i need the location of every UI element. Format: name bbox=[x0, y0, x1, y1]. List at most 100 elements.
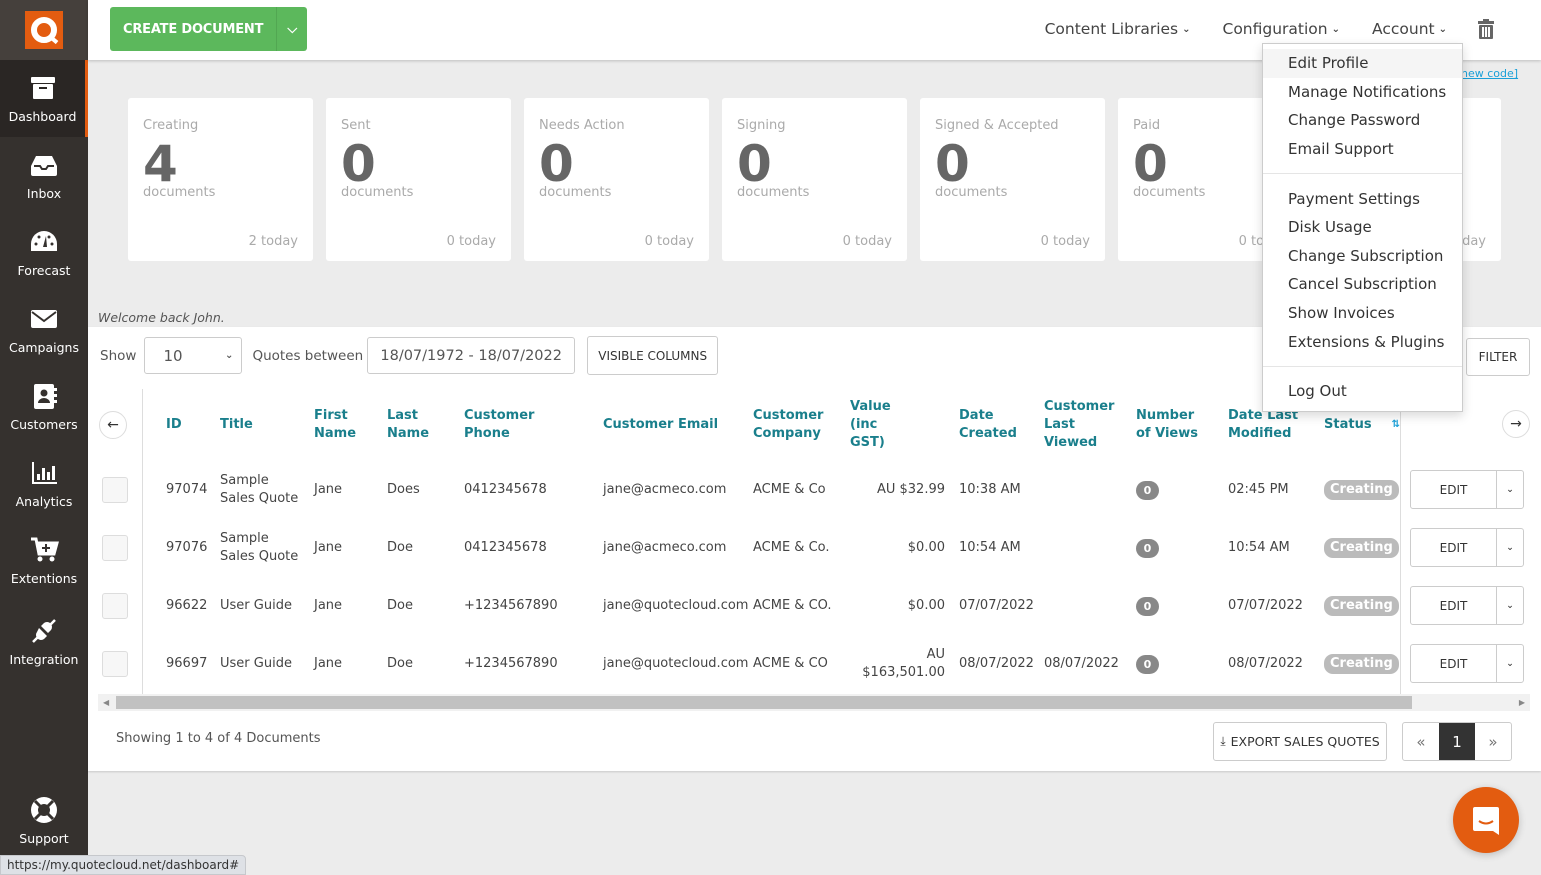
cell-value: $0.00 bbox=[907, 598, 945, 613]
next-page-button[interactable]: » bbox=[1475, 723, 1511, 760]
trash-icon[interactable] bbox=[1477, 19, 1495, 39]
sidebar-item-label: Campaigns bbox=[8, 340, 79, 355]
cell-company: ACME & Co bbox=[753, 482, 826, 497]
row-checkbox[interactable] bbox=[102, 651, 128, 677]
card-creating[interactable]: Creating 4 documents 2 today bbox=[128, 98, 313, 261]
prev-page-button[interactable]: « bbox=[1403, 723, 1439, 760]
sidebar-item-customers[interactable]: Customers bbox=[0, 368, 88, 445]
scroll-left-arrow-icon[interactable]: ◀ bbox=[103, 698, 109, 707]
card-unit: documents bbox=[341, 185, 414, 200]
card-needs-action[interactable]: Needs Action 0 documents 0 today bbox=[524, 98, 709, 261]
card-signed-accepted[interactable]: Signed & Accepted 0 documents 0 today bbox=[920, 98, 1105, 261]
table-row[interactable]: 97074 Sample Sales Quote Jane Does 041234567… bbox=[98, 461, 1402, 519]
menu-item-manage-notifications[interactable]: Manage Notifications bbox=[1263, 78, 1462, 107]
scroll-right-button[interactable]: → bbox=[1502, 410, 1530, 438]
card-today: 2 today bbox=[248, 234, 298, 249]
export-sales-quotes-button[interactable]: ⤓ EXPORT SALES QUOTES bbox=[1213, 722, 1387, 761]
edit-button[interactable]: EDIT bbox=[1411, 529, 1497, 566]
horizontal-scrollbar[interactable]: ◀ ▶ bbox=[98, 694, 1530, 711]
sidebar-item-forecast[interactable]: Forecast bbox=[0, 214, 88, 291]
chevron-down-icon[interactable]: ⌵ bbox=[277, 7, 307, 51]
cell-company: ACME & Co. bbox=[753, 540, 830, 555]
col-header-title[interactable]: Title bbox=[220, 389, 314, 461]
cell-id: 96697 bbox=[166, 656, 208, 671]
sidebar-item-integration[interactable]: Integration bbox=[0, 599, 88, 683]
table-row[interactable]: 97076 Sample Sales Quote Jane Doe 0412345678… bbox=[98, 519, 1402, 577]
table-row[interactable]: 96697 User Guide Jane Doe +1234567890 jane@qu… bbox=[98, 635, 1402, 693]
logo[interactable] bbox=[0, 0, 88, 60]
chat-launcher-button[interactable] bbox=[1453, 787, 1519, 853]
cell-last: Doe bbox=[387, 540, 413, 555]
menu-item-extensions-plugins[interactable]: Extensions & Plugins bbox=[1263, 327, 1462, 356]
col-header-first-name[interactable]: First Name bbox=[314, 389, 387, 461]
chevron-down-icon[interactable]: ⌄ bbox=[1497, 587, 1523, 624]
edit-button[interactable]: EDIT bbox=[1411, 587, 1497, 624]
cart-plus-icon bbox=[31, 537, 59, 562]
show-label: Show bbox=[100, 347, 137, 364]
quotes-between-label: Quotes between bbox=[252, 347, 364, 364]
menu-item-log-out[interactable]: Log Out bbox=[1263, 377, 1462, 406]
menu-item-cancel-subscription[interactable]: Cancel Subscription bbox=[1263, 270, 1462, 299]
cell-last-viewed bbox=[1040, 461, 1136, 519]
col-header-date-created[interactable]: Date Created bbox=[955, 389, 1040, 461]
new-code-link[interactable]: new code] bbox=[1461, 67, 1518, 80]
chevron-down-icon[interactable]: ⌄ bbox=[1497, 529, 1523, 566]
cell-last-viewed bbox=[1040, 519, 1136, 577]
card-sent[interactable]: Sent 0 documents 0 today bbox=[326, 98, 511, 261]
chevron-down-icon: ⌄ bbox=[225, 350, 234, 361]
table-row[interactable]: 96622 User Guide Jane Doe +1234567890 jane@qu… bbox=[98, 577, 1402, 635]
menu-configuration[interactable]: Configuration ⌄ bbox=[1223, 20, 1341, 38]
cell-phone: 0412345678 bbox=[464, 540, 547, 555]
sidebar-item-dashboard[interactable]: Dashboard bbox=[0, 60, 88, 137]
col-header-customer-company[interactable]: Customer Company bbox=[749, 389, 846, 461]
col-header-value[interactable]: Value (inc GST) bbox=[846, 389, 955, 461]
menu-account[interactable]: Account ⌄ bbox=[1372, 20, 1447, 38]
filter-button[interactable]: FILTER bbox=[1466, 338, 1530, 376]
col-header-number-of-views[interactable]: Number of Views bbox=[1136, 389, 1224, 461]
card-unit: documents bbox=[539, 185, 612, 200]
col-header-customer-email[interactable]: Customer Email bbox=[599, 389, 749, 461]
sidebar-item-label: Extentions bbox=[10, 571, 78, 586]
visible-columns-button[interactable]: VISIBLE COLUMNS bbox=[587, 336, 719, 375]
row-checkbox[interactable] bbox=[102, 477, 128, 503]
card-count: 0 bbox=[539, 135, 574, 193]
create-document-button[interactable]: CREATE DOCUMENT ⌵ bbox=[110, 7, 308, 51]
status-header-label: Status bbox=[1324, 417, 1372, 432]
card-label: Signed & Accepted bbox=[935, 118, 1059, 133]
archive-box-icon bbox=[30, 77, 55, 99]
sidebar-item-support[interactable]: Support bbox=[0, 782, 88, 859]
row-checkbox[interactable] bbox=[102, 593, 128, 619]
edit-button-group: EDIT ⌄ bbox=[1410, 470, 1524, 509]
menu-item-payment-settings[interactable]: Payment Settings bbox=[1263, 184, 1462, 213]
menu-item-show-invoices[interactable]: Show Invoices bbox=[1263, 299, 1462, 328]
sidebar-item-analytics[interactable]: Analytics bbox=[0, 445, 88, 522]
menu-content-libraries[interactable]: Content Libraries ⌄ bbox=[1045, 20, 1191, 38]
create-document-label[interactable]: CREATE DOCUMENT bbox=[110, 7, 278, 51]
scroll-right-arrow-icon[interactable]: ▶ bbox=[1519, 698, 1525, 707]
scrollbar-thumb[interactable] bbox=[116, 696, 1412, 709]
col-header-customer-phone[interactable]: Customer Phone bbox=[460, 389, 599, 461]
row-checkbox[interactable] bbox=[102, 535, 128, 561]
showing-count: Showing 1 to 4 of 4 Documents bbox=[116, 731, 321, 746]
date-range-input[interactable]: 18/07/1972 - 18/07/2022 bbox=[367, 337, 576, 374]
page-size-select[interactable]: 10 ⌄ bbox=[144, 337, 243, 374]
menu-item-disk-usage[interactable]: Disk Usage bbox=[1263, 213, 1462, 242]
sort-az-icon[interactable]: ⇅ bbox=[1392, 416, 1400, 434]
menu-item-email-support[interactable]: Email Support bbox=[1263, 135, 1462, 164]
page-button[interactable]: 1 bbox=[1439, 723, 1475, 760]
menu-item-change-subscription[interactable]: Change Subscription bbox=[1263, 242, 1462, 271]
cell-title: User Guide bbox=[220, 598, 292, 613]
sidebar-item-campaigns[interactable]: Campaigns bbox=[0, 291, 88, 368]
col-header-id[interactable]: ID bbox=[166, 389, 220, 461]
card-signing[interactable]: Signing 0 documents 0 today bbox=[722, 98, 907, 261]
chevron-down-icon[interactable]: ⌄ bbox=[1497, 645, 1523, 682]
menu-item-change-password[interactable]: Change Password bbox=[1263, 106, 1462, 135]
edit-button[interactable]: EDIT bbox=[1411, 645, 1497, 682]
menu-item-edit-profile[interactable]: Edit Profile bbox=[1263, 49, 1462, 78]
edit-button[interactable]: EDIT bbox=[1411, 471, 1497, 508]
col-header-customer-last-viewed[interactable]: Customer Last Viewed bbox=[1040, 389, 1136, 461]
col-header-last-name[interactable]: Last Name bbox=[387, 389, 460, 461]
chevron-down-icon[interactable]: ⌄ bbox=[1497, 471, 1523, 508]
sidebar-item-extentions[interactable]: Extentions bbox=[0, 522, 88, 599]
sidebar-item-inbox[interactable]: Inbox bbox=[0, 137, 88, 214]
